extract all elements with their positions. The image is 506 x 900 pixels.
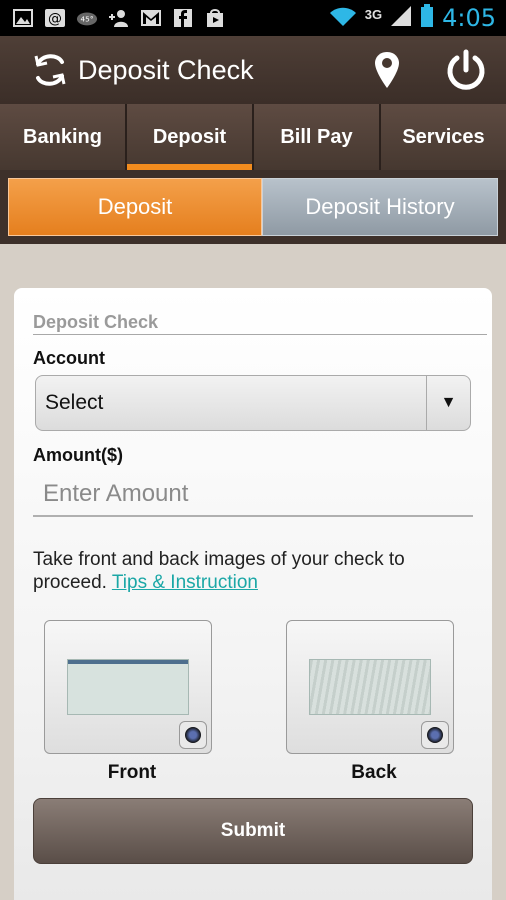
front-check-image bbox=[67, 659, 189, 715]
battery-icon bbox=[420, 3, 434, 33]
subtab-deposit[interactable]: Deposit bbox=[8, 178, 262, 236]
add-contact-icon bbox=[108, 7, 130, 29]
sub-tabs: Deposit Deposit History bbox=[0, 170, 506, 244]
tab-deposit[interactable]: Deposit bbox=[127, 104, 254, 170]
camera-icon[interactable] bbox=[179, 721, 207, 749]
account-select[interactable]: Select ▼ bbox=[35, 375, 471, 431]
section-divider bbox=[33, 334, 487, 335]
play-store-icon bbox=[204, 7, 226, 29]
svg-text:@: @ bbox=[48, 11, 62, 27]
subtab-deposit-history[interactable]: Deposit History bbox=[262, 178, 498, 236]
front-label: Front bbox=[107, 762, 157, 783]
power-icon[interactable] bbox=[444, 48, 488, 92]
email-icon: @ bbox=[44, 7, 66, 29]
back-label: Back bbox=[351, 762, 397, 783]
gallery-icon bbox=[12, 7, 34, 29]
location-pin-icon[interactable] bbox=[372, 50, 402, 90]
instructions: Take front and back images of your check… bbox=[33, 548, 473, 594]
svg-text:45°: 45° bbox=[81, 15, 94, 24]
back-check-capture[interactable] bbox=[286, 620, 454, 754]
facebook-icon bbox=[172, 7, 194, 29]
app-header: Deposit Check bbox=[0, 36, 506, 104]
account-label: Account bbox=[33, 348, 105, 368]
gmail-icon bbox=[140, 7, 162, 29]
page-title: Deposit Check bbox=[78, 54, 254, 85]
tab-bill-pay[interactable]: Bill Pay bbox=[254, 104, 381, 170]
front-check-capture[interactable] bbox=[44, 620, 212, 754]
clock: 4:05 bbox=[442, 4, 496, 32]
back-check-image bbox=[309, 659, 431, 715]
main-tabs: Banking Deposit Bill Pay Services bbox=[0, 104, 506, 170]
network-type: 3G bbox=[364, 6, 383, 22]
tab-services[interactable]: Services bbox=[381, 104, 506, 170]
wifi-icon bbox=[329, 5, 357, 32]
account-select-value: Select bbox=[45, 391, 104, 414]
app-logo-icon bbox=[34, 54, 66, 86]
weather-icon: 45° bbox=[76, 7, 98, 29]
deposit-form-card: Deposit Check Account Select ▼ Amount($)… bbox=[14, 288, 492, 900]
tab-banking[interactable]: Banking bbox=[0, 104, 127, 170]
camera-icon[interactable] bbox=[421, 721, 449, 749]
amount-input[interactable] bbox=[33, 473, 473, 517]
submit-button[interactable]: Submit bbox=[33, 798, 473, 864]
amount-label: Amount($) bbox=[33, 445, 123, 465]
signal-icon bbox=[390, 5, 412, 32]
tips-link[interactable]: Tips & Instruction bbox=[112, 572, 258, 593]
chevron-down-icon[interactable]: ▼ bbox=[426, 376, 470, 430]
section-title: Deposit Check bbox=[33, 312, 159, 332]
status-bar: @ 45° 3G 4:05 bbox=[0, 0, 506, 36]
